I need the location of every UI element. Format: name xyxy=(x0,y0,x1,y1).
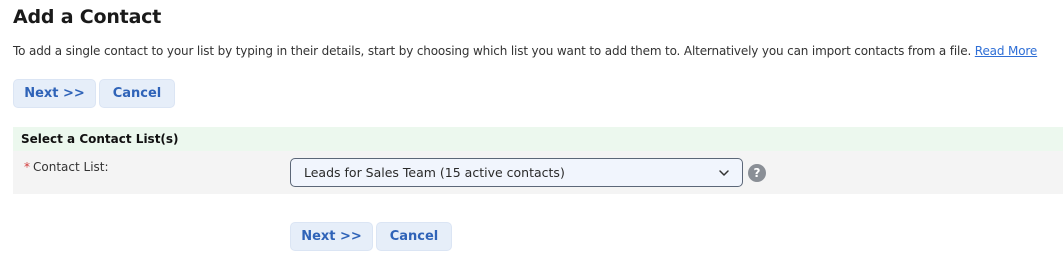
help-icon[interactable]: ? xyxy=(748,164,766,182)
page-title: Add a Contact xyxy=(13,6,162,28)
contact-list-select[interactable]: Leads for Sales Team (15 active contacts… xyxy=(290,158,743,187)
required-marker: * xyxy=(24,160,30,174)
contact-list-row: * Contact List: Leads for Sales Team (15 … xyxy=(13,151,1063,194)
section-header: Select a Contact List(s) xyxy=(13,127,1063,151)
read-more-link[interactable]: Read More xyxy=(975,44,1038,58)
contact-list-label-text: Contact List: xyxy=(33,160,109,174)
contact-list-selected-value: Leads for Sales Team (15 active contacts… xyxy=(304,165,565,180)
next-button-top[interactable]: Next >> xyxy=(13,79,96,108)
cancel-button-top[interactable]: Cancel xyxy=(99,79,175,108)
contact-list-label: * Contact List: xyxy=(24,160,109,174)
intro-description: To add a single contact to your list by … xyxy=(13,44,972,58)
next-button-bottom[interactable]: Next >> xyxy=(290,222,373,251)
intro-text: To add a single contact to your list by … xyxy=(13,44,1037,58)
chevron-down-icon xyxy=(719,170,729,176)
cancel-button-bottom[interactable]: Cancel xyxy=(376,222,452,251)
